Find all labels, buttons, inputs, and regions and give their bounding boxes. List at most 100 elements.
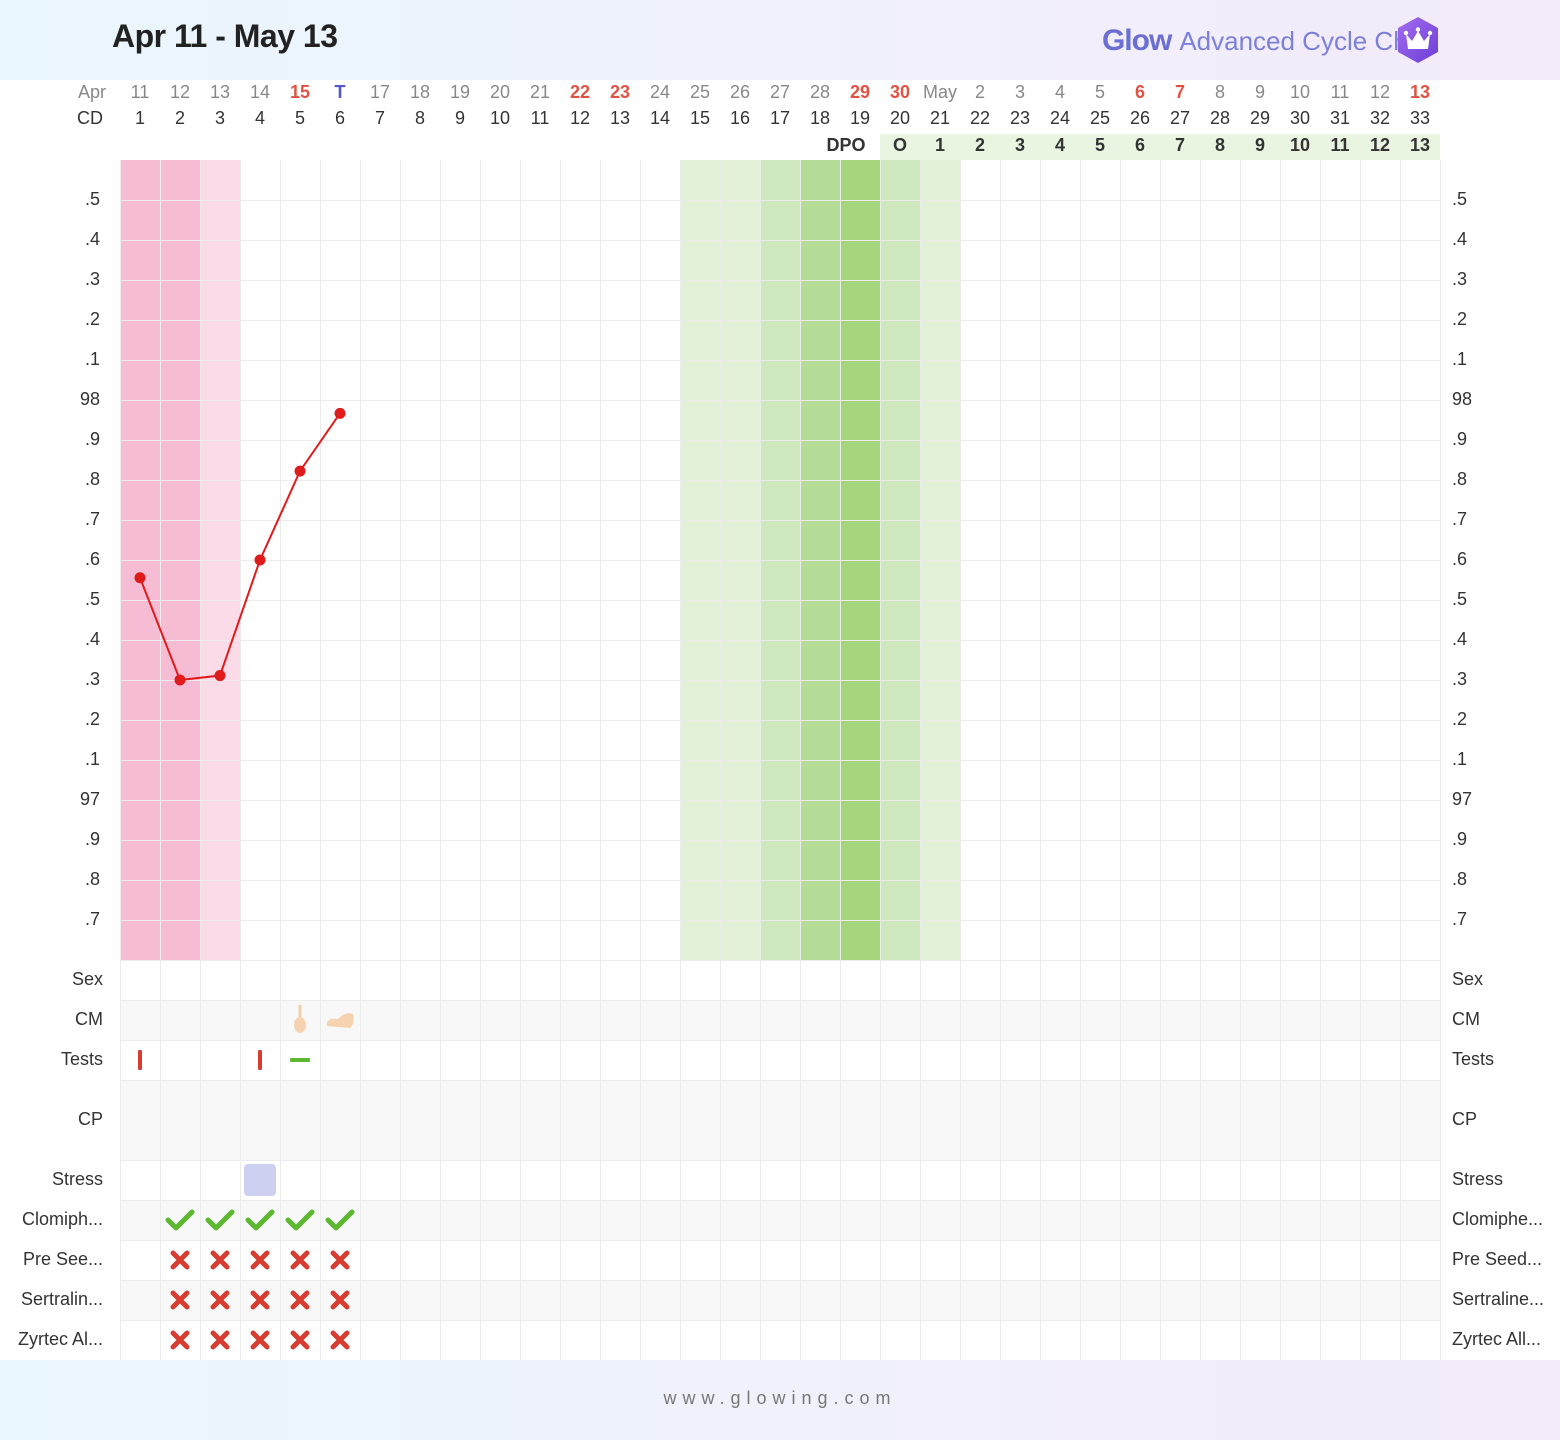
y-tick-label-left: .7 (85, 909, 100, 929)
cycle-day-row-label: CD (77, 108, 103, 128)
symptom-label-right: Stress (1452, 1169, 1503, 1189)
y-tick-label-right: .4 (1452, 229, 1467, 249)
cycle-day-label: 20 (890, 108, 910, 128)
y-tick-label-right: .3 (1452, 269, 1467, 289)
y-tick-label-right: .2 (1452, 709, 1467, 729)
symptom-label-right: Pre Seed... (1452, 1249, 1542, 1269)
test-negative-red-bar-icon (258, 1050, 262, 1070)
date-tick-label: 8 (1215, 82, 1225, 102)
y-tick-label-right: .1 (1452, 349, 1467, 369)
date-tick-label: 9 (1255, 82, 1265, 102)
symptom-label-left: Sex (72, 969, 103, 989)
symptom-label-right: CP (1452, 1109, 1477, 1129)
cycle-day-label: 33 (1410, 108, 1430, 128)
symptom-row-band (120, 1280, 1440, 1320)
date-tick-label: 13 (1410, 82, 1430, 102)
cycle-day-label: 16 (730, 108, 750, 128)
date-tick-label: 14 (250, 82, 270, 102)
cross-icon (250, 1330, 270, 1350)
date-tick-label: 2 (975, 82, 985, 102)
cycle-day-label: 9 (455, 108, 465, 128)
symptom-label-right: Tests (1452, 1049, 1494, 1069)
cycle-day-label: 24 (1050, 108, 1070, 128)
brand-logo: Glow Advanced Cycle Chart (1102, 24, 1438, 58)
y-tick-label-left: .8 (85, 469, 100, 489)
cycle-day-label: 2 (175, 108, 185, 128)
cycle-day-label: 28 (1210, 108, 1230, 128)
y-tick-label-right: .7 (1452, 909, 1467, 929)
cycle-day-label: 7 (375, 108, 385, 128)
date-tick-label: 28 (810, 82, 830, 102)
date-tick-label: 12 (170, 82, 190, 102)
symptom-row-band (120, 1080, 1440, 1160)
date-tick-label: 10 (1290, 82, 1310, 102)
cycle-day-label: 14 (650, 108, 670, 128)
symptom-label-left: CM (75, 1009, 103, 1029)
date-tick-label: 21 (530, 82, 550, 102)
dpo-row-label: DPO (826, 135, 865, 155)
cycle-day-label: 6 (335, 108, 345, 128)
cross-icon (170, 1250, 190, 1270)
cycle-day-label: 17 (770, 108, 790, 128)
date-tick-label: 30 (890, 82, 910, 102)
cycle-day-label: 10 (490, 108, 510, 128)
cross-icon (250, 1250, 270, 1270)
symptom-label-right: Sex (1452, 969, 1483, 989)
symptom-label-right: Sertraline... (1452, 1289, 1544, 1309)
dpo-value-label: 11 (1330, 135, 1349, 155)
y-tick-label-left: .8 (85, 869, 100, 889)
y-tick-label-right: 97 (1452, 789, 1472, 809)
date-range-title: Apr 11 - May 13 (112, 18, 338, 54)
symptom-row-band (120, 1000, 1440, 1040)
y-tick-label-left: .3 (85, 669, 100, 689)
glow-wordmark: Glow (1101, 24, 1172, 57)
y-tick-label-left: .9 (85, 429, 100, 449)
y-tick-label-left: .5 (85, 189, 100, 209)
cross-icon (330, 1250, 350, 1270)
y-tick-label-left: .2 (85, 309, 100, 329)
y-tick-label-left: .4 (85, 229, 100, 249)
date-tick-label: 7 (1175, 82, 1185, 102)
y-tick-label-right: .9 (1452, 829, 1467, 849)
cycle-day-label: 30 (1290, 108, 1310, 128)
temperature-point (254, 554, 266, 566)
test-positive-green-bar-icon (290, 1058, 310, 1062)
cycle-day-label: 11 (531, 108, 550, 128)
cycle-day-label: 32 (1370, 108, 1390, 128)
cycle-day-label: 29 (1250, 108, 1270, 128)
crown-icon (1398, 17, 1438, 63)
y-tick-label-right: .4 (1452, 629, 1467, 649)
date-tick-label: 3 (1015, 82, 1025, 102)
dpo-value-label: 6 (1135, 135, 1145, 155)
dpo-value-label: 2 (975, 135, 985, 155)
date-tick-label: 12 (1370, 82, 1390, 102)
dpo-value-label: 13 (1410, 135, 1430, 155)
cycle-day-label: 4 (255, 108, 265, 128)
cycle-day-label: 23 (1010, 108, 1030, 128)
symptom-label-left: Zyrtec Al... (18, 1329, 103, 1349)
cycle-chart: AprCD11 12 13 14 15 T 17 18 19 20 21 22 23 24 25 26 27 28… (18, 82, 1544, 1360)
symptom-label-left: Clomiph... (22, 1209, 103, 1229)
dpo-value-label: 3 (1015, 135, 1025, 155)
date-tick-label: 11 (131, 82, 150, 102)
temperature-point (334, 407, 346, 419)
y-tick-label-left: .9 (85, 829, 100, 849)
dpo-value-label: O (893, 135, 907, 155)
symptom-label-left: CP (78, 1109, 103, 1129)
y-tick-label-left: 98 (80, 389, 100, 409)
y-tick-label-right: .5 (1452, 189, 1467, 209)
date-tick-label: 18 (410, 82, 430, 102)
dpo-value-label: 8 (1215, 135, 1225, 155)
date-tick-label: 15 (290, 82, 310, 102)
cross-icon (290, 1250, 310, 1270)
test-negative-red-bar-icon (138, 1050, 142, 1070)
dpo-value-label: 4 (1055, 135, 1065, 155)
date-tick-label: 19 (450, 82, 470, 102)
y-tick-label-left: .6 (85, 549, 100, 569)
y-tick-label-left: .3 (85, 269, 100, 289)
symptom-label-left: Tests (61, 1049, 103, 1069)
dpo-value-label: 10 (1290, 135, 1310, 155)
date-tick-label: 24 (650, 82, 670, 102)
dpo-value-label: 5 (1095, 135, 1105, 155)
y-tick-label-right: .1 (1452, 749, 1467, 769)
